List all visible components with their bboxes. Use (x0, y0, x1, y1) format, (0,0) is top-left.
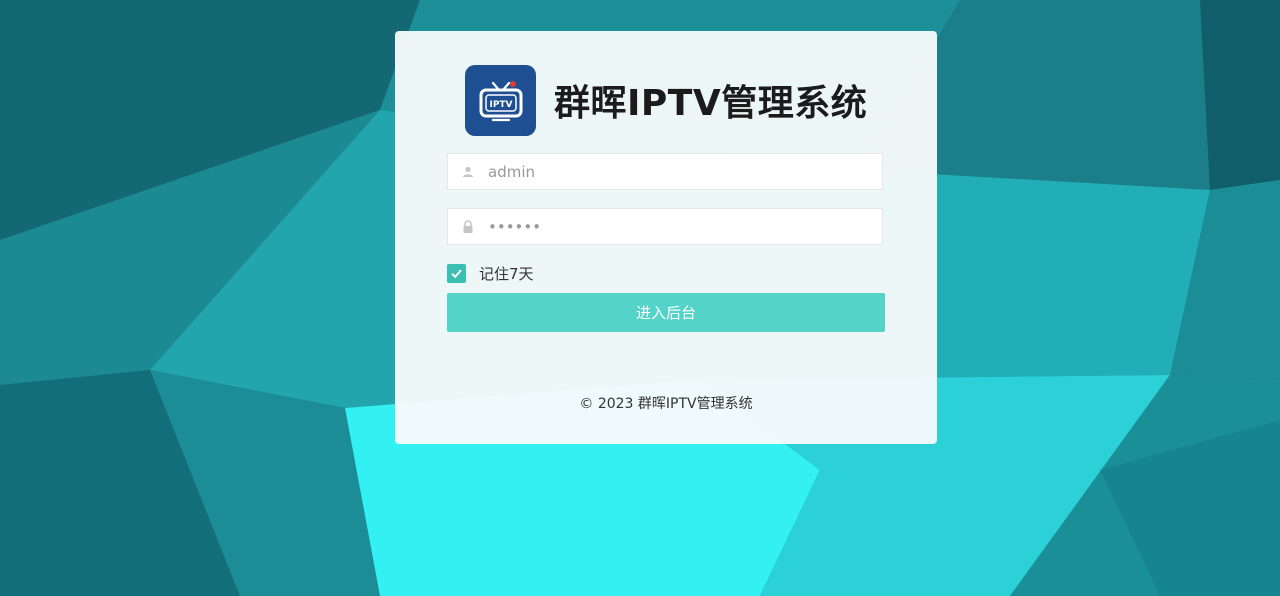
password-input[interactable] (488, 209, 868, 244)
page-title: 群晖IPTV管理系统 (554, 83, 868, 124)
remember-me[interactable]: 记住7天 (447, 263, 534, 284)
password-field (447, 208, 883, 245)
copyright-footer: © 2023 群晖IPTV管理系统 (579, 396, 753, 412)
check-icon (451, 269, 462, 279)
lock-icon (460, 219, 476, 235)
user-icon (460, 164, 476, 180)
username-input[interactable] (488, 154, 868, 189)
logo-label: IPTV (489, 100, 512, 110)
tv-icon: IPTV (465, 64, 536, 136)
login-panel: IPTV 群晖IPTV管理系统 记住7天 (395, 31, 937, 444)
brand-header: IPTV 群晖IPTV管理系统 (465, 64, 867, 136)
username-field (447, 153, 883, 190)
remember-label: 记住7天 (479, 265, 534, 283)
remember-checkbox[interactable] (447, 264, 466, 283)
login-button[interactable]: 进入后台 (447, 293, 885, 332)
